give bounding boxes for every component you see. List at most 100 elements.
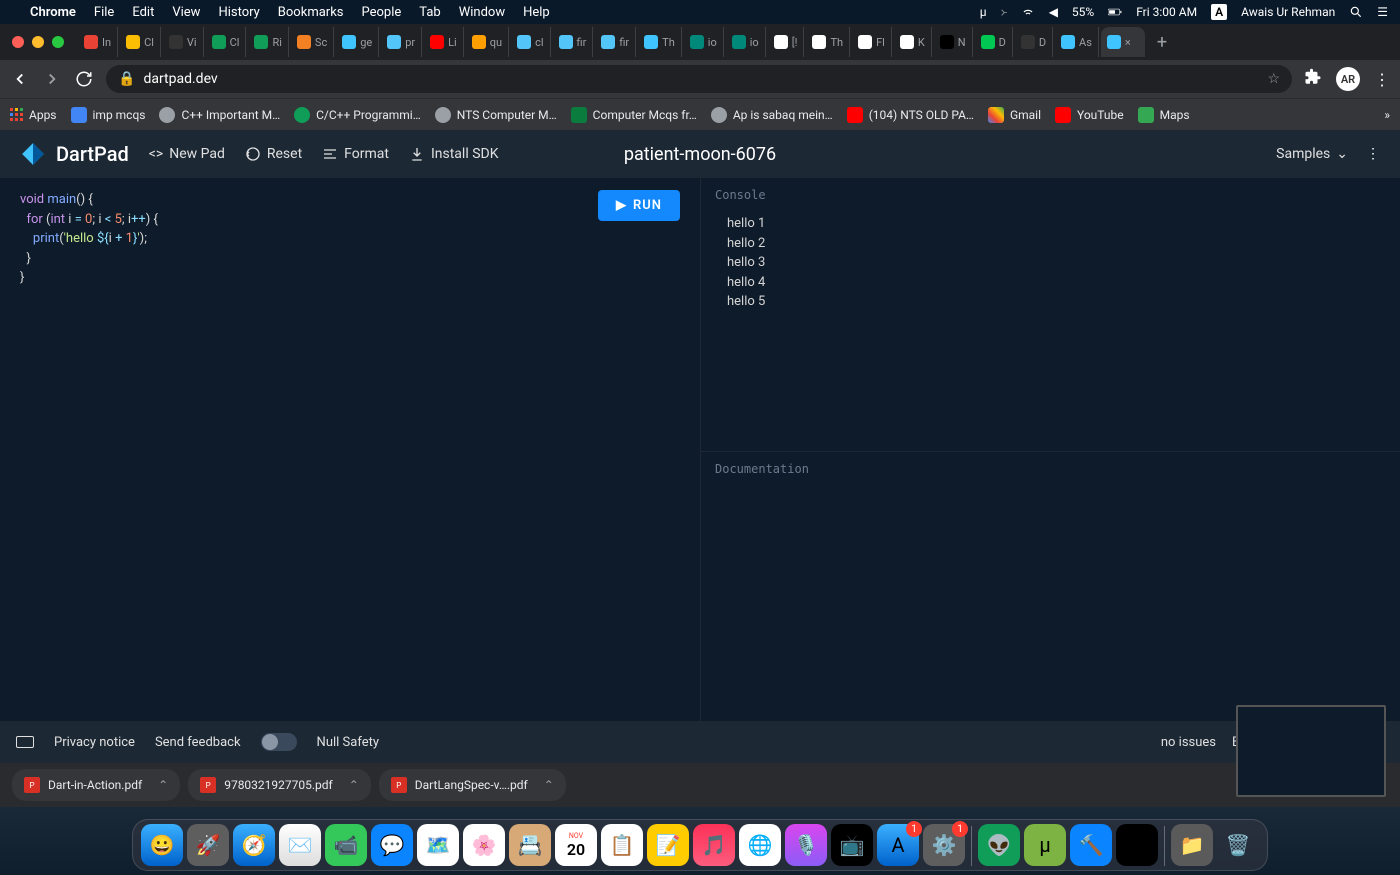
browser-tab[interactable]: qu <box>466 27 509 57</box>
launchpad-icon[interactable]: 🚀 <box>187 824 229 866</box>
browser-tab[interactable]: Ri <box>248 27 288 57</box>
contacts-icon[interactable]: 📇 <box>509 824 551 866</box>
utorrent-app-icon[interactable]: μ <box>1024 824 1066 866</box>
keyboard-icon[interactable] <box>16 736 34 748</box>
issues-status[interactable]: no issues <box>1161 735 1216 750</box>
battery-icon[interactable] <box>1108 5 1122 19</box>
browser-tab[interactable]: Vi <box>163 27 204 57</box>
browser-tab[interactable]: D <box>975 27 1013 57</box>
notes-icon[interactable]: 📝 <box>647 824 689 866</box>
volume-icon[interactable]: ◀ <box>1049 5 1058 19</box>
browser-tab[interactable]: io <box>726 27 766 57</box>
terminal-icon[interactable]: ›_ <box>1116 824 1158 866</box>
samples-dropdown[interactable]: Samples⌄ <box>1276 146 1348 162</box>
menu-help[interactable]: Help <box>523 5 550 20</box>
music-icon[interactable]: 🎵 <box>693 824 735 866</box>
download-item[interactable]: P9780321927705.pdf⌃ <box>188 769 371 801</box>
chevron-up-icon[interactable]: ⌃ <box>544 778 554 792</box>
close-window-button[interactable] <box>12 36 24 48</box>
photos-icon[interactable]: 🌸 <box>463 824 505 866</box>
browser-tab[interactable]: Th <box>638 27 682 57</box>
browser-tab[interactable]: fir <box>595 27 636 57</box>
maps-icon[interactable]: 🗺️ <box>417 824 459 866</box>
downloads-folder-icon[interactable]: 📁 <box>1171 824 1213 866</box>
calendar-icon[interactable]: NOV20 <box>555 824 597 866</box>
screen-preview-thumbnail[interactable] <box>1236 705 1386 797</box>
run-button[interactable]: ▶RUN <box>598 190 680 221</box>
finder-icon[interactable]: 😀 <box>141 824 183 866</box>
browser-tab[interactable]: ge <box>336 27 379 57</box>
bookmark-item[interactable]: Computer Mcqs fr… <box>571 107 697 123</box>
bookmark-item[interactable]: C/C++ Programmi… <box>294 107 421 123</box>
dartpad-logo[interactable]: DartPad <box>20 141 129 167</box>
bookmark-item[interactable]: Ap is sabaq mein… <box>711 107 833 123</box>
appstore-icon[interactable]: A1 <box>877 824 919 866</box>
chevron-up-icon[interactable]: ⌃ <box>349 778 359 792</box>
privacy-link[interactable]: Privacy notice <box>54 735 135 750</box>
menu-view[interactable]: View <box>172 5 200 20</box>
menu-edit[interactable]: Edit <box>132 5 154 20</box>
browser-tab[interactable]: Cl <box>206 27 247 57</box>
browser-tab[interactable]: In <box>78 27 118 57</box>
extensions-icon[interactable] <box>1304 68 1322 90</box>
browser-tab[interactable]: As <box>1055 27 1099 57</box>
browser-tab[interactable]: D <box>1015 27 1053 57</box>
menu-window[interactable]: Window <box>459 5 505 20</box>
username[interactable]: Awais Ur Rehman <box>1241 5 1335 19</box>
android-studio-icon[interactable]: 👽 <box>978 824 1020 866</box>
back-button[interactable] <box>10 70 30 88</box>
control-center-icon[interactable]: ☰ <box>1377 5 1388 19</box>
star-icon[interactable]: ☆ <box>1267 71 1280 87</box>
null-safety-toggle[interactable] <box>261 733 297 751</box>
bookmark-item[interactable]: Gmail <box>988 107 1041 123</box>
browser-tab[interactable]: fir <box>553 27 594 57</box>
browser-tab[interactable]: Li <box>424 27 464 57</box>
code-editor[interactable]: ▶RUN void main() { for (int i = 0; i < 5… <box>0 178 700 721</box>
reminders-icon[interactable]: 📋 <box>601 824 643 866</box>
clock[interactable]: Fri 3:00 AM <box>1136 5 1197 19</box>
bookmark-item[interactable]: Maps <box>1138 107 1190 123</box>
spotlight-icon[interactable] <box>1349 5 1363 19</box>
browser-tab[interactable]: cl <box>511 27 550 57</box>
trash-icon[interactable]: 🗑️ <box>1217 824 1259 866</box>
browser-tab-active[interactable]: × <box>1101 27 1145 57</box>
minimize-window-button[interactable] <box>32 36 44 48</box>
chrome-icon[interactable]: 🌐 <box>739 824 781 866</box>
bluetooth-icon[interactable]: ᚛ <box>1001 5 1007 19</box>
pad-title[interactable]: patient-moon-6076 <box>624 144 776 165</box>
messages-icon[interactable]: 💬 <box>371 824 413 866</box>
chevron-up-icon[interactable]: ⌃ <box>158 778 168 792</box>
maximize-window-button[interactable] <box>52 36 64 48</box>
browser-tab[interactable]: [! <box>768 27 805 57</box>
browser-tab[interactable]: N <box>934 27 973 57</box>
browser-tab[interactable]: io <box>684 27 724 57</box>
browser-tab[interactable]: Cl <box>120 27 161 57</box>
browser-tab[interactable]: Sc <box>291 27 334 57</box>
install-sdk-button[interactable]: Install SDK <box>409 146 499 162</box>
feedback-link[interactable]: Send feedback <box>155 735 241 750</box>
download-item[interactable]: PDart-in-Action.pdf⌃ <box>12 769 180 801</box>
chrome-menu-icon[interactable]: ⋮ <box>1374 70 1390 89</box>
browser-tab[interactable]: pr <box>381 27 422 57</box>
close-tab-icon[interactable]: × <box>1125 36 1139 49</box>
browser-tab[interactable]: K <box>894 27 932 57</box>
appletv-icon[interactable]: 📺 <box>831 824 873 866</box>
profile-avatar[interactable]: AR <box>1336 67 1360 91</box>
xcode-icon[interactable]: 🔨 <box>1070 824 1112 866</box>
reload-button[interactable] <box>74 70 94 88</box>
settings-icon[interactable]: ⚙️1 <box>923 824 965 866</box>
bookmark-item[interactable]: imp mcqs <box>71 107 146 123</box>
bookmark-item[interactable]: (104) NTS OLD PA… <box>847 107 974 123</box>
safari-icon[interactable]: 🧭 <box>233 824 275 866</box>
menu-file[interactable]: File <box>94 5 114 20</box>
menu-history[interactable]: History <box>218 5 259 20</box>
utorrent-icon[interactable]: μ <box>980 5 987 19</box>
menu-tab[interactable]: Tab <box>419 5 440 20</box>
podcasts-icon[interactable]: 🎙️ <box>785 824 827 866</box>
format-button[interactable]: Format <box>322 146 389 162</box>
forward-button[interactable] <box>42 70 62 88</box>
bookmarks-overflow-icon[interactable]: » <box>1384 108 1390 122</box>
bookmark-item[interactable]: YouTube <box>1055 107 1124 123</box>
input-source-icon[interactable]: A <box>1211 4 1227 20</box>
new-tab-button[interactable]: + <box>1147 32 1177 53</box>
